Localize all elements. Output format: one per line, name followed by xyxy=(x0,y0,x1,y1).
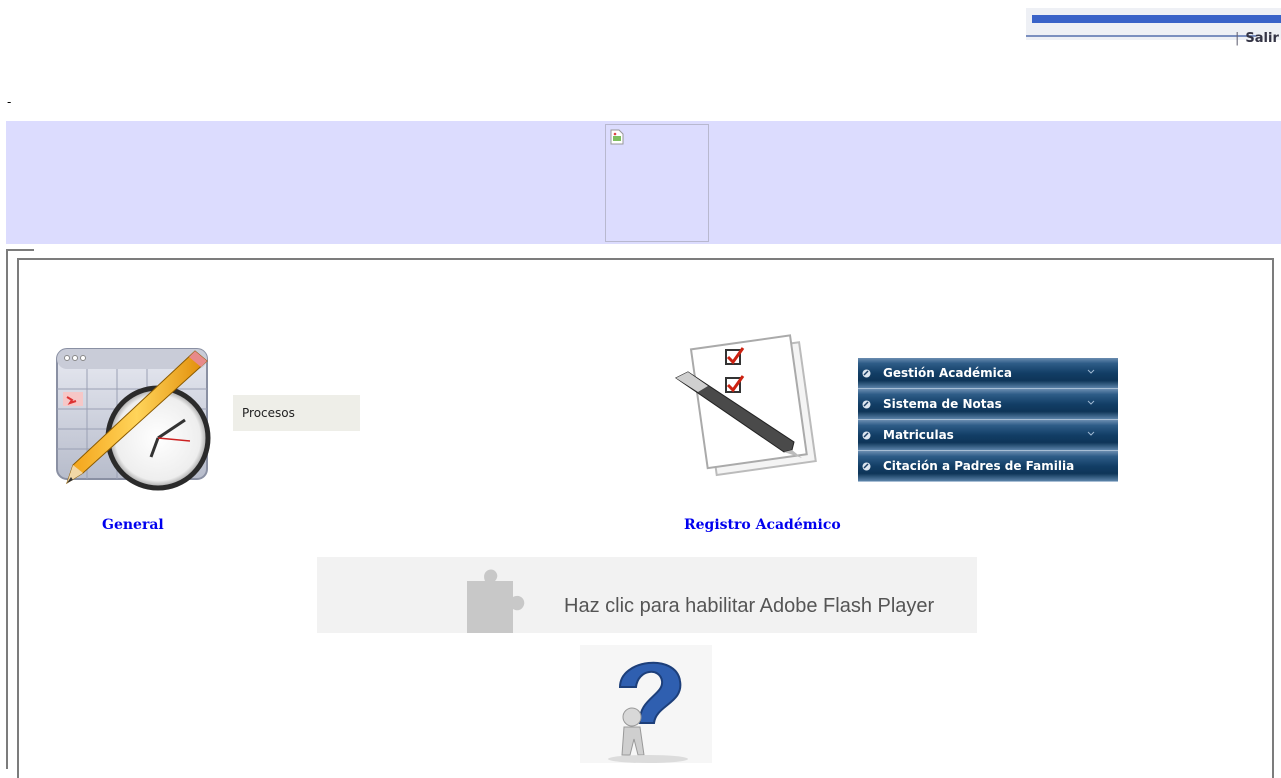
calendar-clock-pencil-icon[interactable] xyxy=(55,345,213,493)
flash-message: Haz clic para habilitar Adobe Flash Play… xyxy=(564,595,935,617)
menu-item-matriculas[interactable]: Matriculas xyxy=(858,420,1118,451)
outer-frame-corner xyxy=(6,249,34,251)
registro-menu: Gestión Académica Sistema de Notas Matri… xyxy=(858,358,1118,482)
menu-item-sistema-notas[interactable]: Sistema de Notas xyxy=(858,389,1118,420)
chevron-down-icon xyxy=(1087,431,1095,436)
logout-link[interactable]: Salir xyxy=(1245,31,1278,46)
broken-image-icon xyxy=(610,129,624,145)
menu-item-label: Sistema de Notas xyxy=(883,397,1002,411)
registro-academico-link[interactable]: Registro Académico xyxy=(684,517,841,533)
banner-broken-image xyxy=(605,124,709,242)
menu-item-gestion-academica[interactable]: Gestión Académica xyxy=(858,358,1118,389)
flash-player-placeholder[interactable]: Haz clic para habilitar Adobe Flash Play… xyxy=(317,557,977,633)
question-mark-figure-icon[interactable] xyxy=(580,645,712,763)
menu-item-citacion-padres[interactable]: Citación a Padres de Familia xyxy=(858,451,1118,482)
chevron-down-icon xyxy=(1087,369,1095,374)
menu-bullet-icon xyxy=(862,369,871,378)
menu-bullet-icon xyxy=(862,462,871,471)
submenu-procesos[interactable]: Procesos xyxy=(233,395,360,431)
top-bar-accent xyxy=(1032,15,1281,23)
general-link[interactable]: General xyxy=(102,517,164,533)
separator: | xyxy=(1235,31,1240,46)
puzzle-plugin-icon xyxy=(467,569,525,633)
outer-frame-edge xyxy=(6,249,8,769)
checklist-pen-icon[interactable] xyxy=(668,330,828,488)
logout-link-container: | Salir xyxy=(1235,31,1279,46)
menu-item-label: Matriculas xyxy=(883,428,954,442)
menu-item-label: Gestión Académica xyxy=(883,366,1012,380)
top-bar-line xyxy=(1026,35,1256,37)
menu-bullet-icon xyxy=(862,431,871,440)
menu-bullet-icon xyxy=(862,400,871,409)
menu-item-label: Citación a Padres de Familia xyxy=(883,459,1075,473)
stray-dash: - xyxy=(7,95,12,109)
chevron-down-icon xyxy=(1087,400,1095,405)
